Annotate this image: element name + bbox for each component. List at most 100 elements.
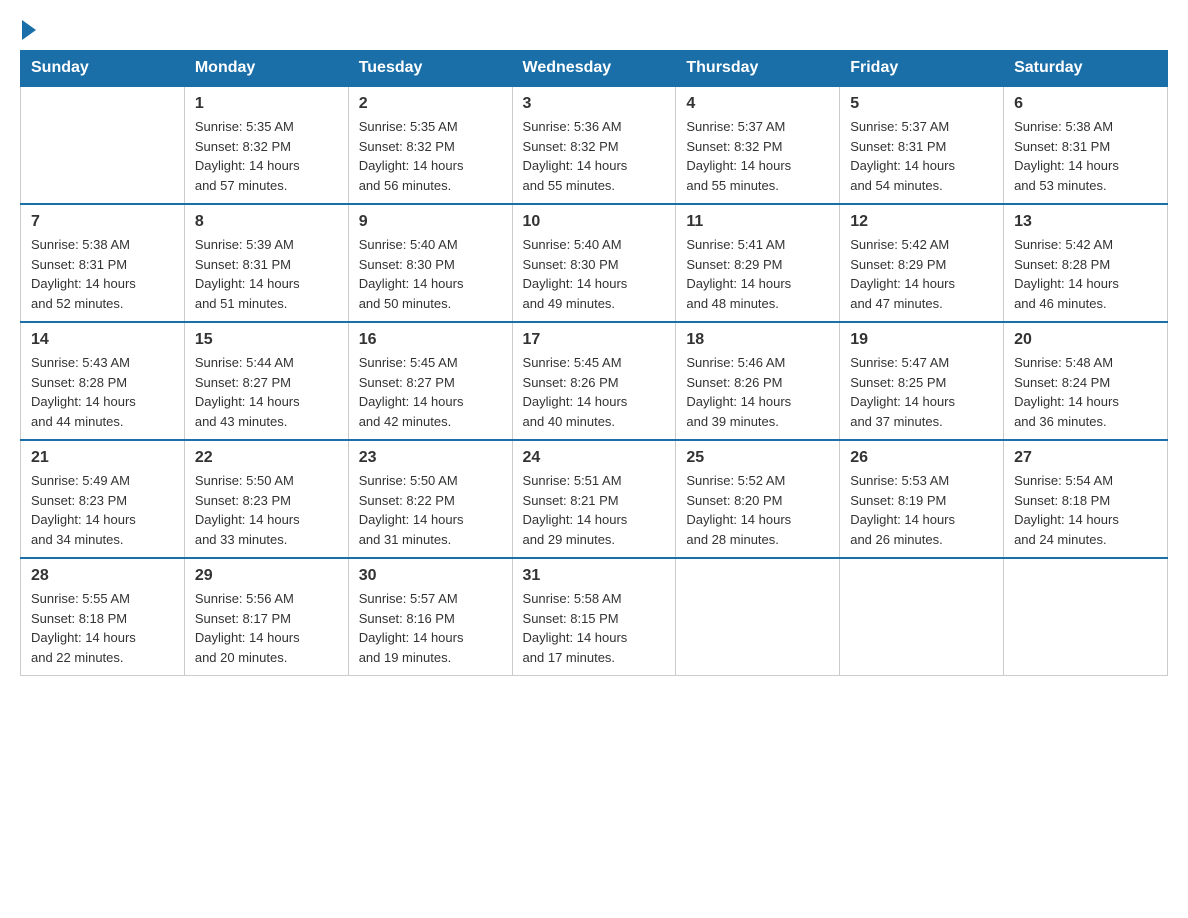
day-info: Sunrise: 5:48 AMSunset: 8:24 PMDaylight:… bbox=[1014, 353, 1157, 431]
column-header-saturday: Saturday bbox=[1004, 51, 1168, 87]
column-header-tuesday: Tuesday bbox=[348, 51, 512, 87]
calendar-cell: 29 Sunrise: 5:56 AMSunset: 8:17 PMDayligh… bbox=[184, 558, 348, 676]
column-header-sunday: Sunday bbox=[21, 51, 185, 87]
calendar-cell: 1 Sunrise: 5:35 AMSunset: 8:32 PMDaylight… bbox=[184, 86, 348, 204]
day-info: Sunrise: 5:41 AMSunset: 8:29 PMDaylight:… bbox=[686, 235, 829, 313]
calendar-header-row: SundayMondayTuesdayWednesdayThursdayFrid… bbox=[21, 51, 1168, 87]
calendar-cell: 25Sunrise: 5:52 AMSunset: 8:20 PMDayligh… bbox=[676, 440, 840, 558]
column-header-wednesday: Wednesday bbox=[512, 51, 676, 87]
week-row-3: 14 Sunrise: 5:43 AMSunset: 8:28 PMDayligh… bbox=[21, 322, 1168, 440]
calendar-cell: 8 Sunrise: 5:39 AMSunset: 8:31 PMDaylight… bbox=[184, 204, 348, 322]
logo-arrow-icon bbox=[22, 20, 36, 40]
calendar-cell: 21Sunrise: 5:49 AMSunset: 8:23 PMDayligh… bbox=[21, 440, 185, 558]
calendar-cell: 11 Sunrise: 5:41 AMSunset: 8:29 PMDayligh… bbox=[676, 204, 840, 322]
day-number: 31 bbox=[523, 567, 666, 585]
calendar-cell: 17 Sunrise: 5:45 AMSunset: 8:26 PMDayligh… bbox=[512, 322, 676, 440]
calendar-cell: 14 Sunrise: 5:43 AMSunset: 8:28 PMDayligh… bbox=[21, 322, 185, 440]
calendar-cell: 27 Sunrise: 5:54 AMSunset: 8:18 PMDayligh… bbox=[1004, 440, 1168, 558]
day-number: 16 bbox=[359, 331, 502, 349]
calendar-cell: 12 Sunrise: 5:42 AMSunset: 8:29 PMDayligh… bbox=[840, 204, 1004, 322]
day-info: Sunrise: 5:43 AMSunset: 8:28 PMDaylight:… bbox=[31, 353, 174, 431]
day-info: Sunrise: 5:45 AMSunset: 8:27 PMDaylight:… bbox=[359, 353, 502, 431]
day-info: Sunrise: 5:57 AMSunset: 8:16 PMDaylight:… bbox=[359, 589, 502, 667]
day-info: Sunrise: 5:50 AMSunset: 8:23 PMDaylight:… bbox=[195, 471, 338, 549]
day-number: 12 bbox=[850, 213, 993, 231]
day-number: 24 bbox=[523, 449, 666, 467]
day-info: Sunrise: 5:54 AMSunset: 8:18 PMDaylight:… bbox=[1014, 471, 1157, 549]
calendar-cell: 4 Sunrise: 5:37 AMSunset: 8:32 PMDaylight… bbox=[676, 86, 840, 204]
day-number: 18 bbox=[686, 331, 829, 349]
column-header-monday: Monday bbox=[184, 51, 348, 87]
day-number: 2 bbox=[359, 95, 502, 113]
day-info: Sunrise: 5:39 AMSunset: 8:31 PMDaylight:… bbox=[195, 235, 338, 313]
day-info: Sunrise: 5:50 AMSunset: 8:22 PMDaylight:… bbox=[359, 471, 502, 549]
day-number: 10 bbox=[523, 213, 666, 231]
day-number: 29 bbox=[195, 567, 338, 585]
calendar-cell bbox=[676, 558, 840, 676]
calendar-cell: 23 Sunrise: 5:50 AMSunset: 8:22 PMDayligh… bbox=[348, 440, 512, 558]
day-number: 8 bbox=[195, 213, 338, 231]
day-info: Sunrise: 5:46 AMSunset: 8:26 PMDaylight:… bbox=[686, 353, 829, 431]
day-number: 21 bbox=[31, 449, 174, 467]
day-number: 28 bbox=[31, 567, 174, 585]
day-info: Sunrise: 5:55 AMSunset: 8:18 PMDaylight:… bbox=[31, 589, 174, 667]
day-number: 19 bbox=[850, 331, 993, 349]
calendar-cell: 26Sunrise: 5:53 AMSunset: 8:19 PMDayligh… bbox=[840, 440, 1004, 558]
calendar-cell: 10 Sunrise: 5:40 AMSunset: 8:30 PMDayligh… bbox=[512, 204, 676, 322]
day-number: 3 bbox=[523, 95, 666, 113]
calendar-cell: 22 Sunrise: 5:50 AMSunset: 8:23 PMDayligh… bbox=[184, 440, 348, 558]
day-info: Sunrise: 5:38 AMSunset: 8:31 PMDaylight:… bbox=[1014, 117, 1157, 195]
calendar-cell bbox=[1004, 558, 1168, 676]
day-info: Sunrise: 5:56 AMSunset: 8:17 PMDaylight:… bbox=[195, 589, 338, 667]
calendar-cell: 7Sunrise: 5:38 AMSunset: 8:31 PMDaylight… bbox=[21, 204, 185, 322]
day-info: Sunrise: 5:52 AMSunset: 8:20 PMDaylight:… bbox=[686, 471, 829, 549]
calendar-cell: 31 Sunrise: 5:58 AMSunset: 8:15 PMDayligh… bbox=[512, 558, 676, 676]
day-info: Sunrise: 5:40 AMSunset: 8:30 PMDaylight:… bbox=[359, 235, 502, 313]
day-info: Sunrise: 5:37 AMSunset: 8:31 PMDaylight:… bbox=[850, 117, 993, 195]
day-number: 9 bbox=[359, 213, 502, 231]
calendar-cell bbox=[840, 558, 1004, 676]
day-number: 20 bbox=[1014, 331, 1157, 349]
day-info: Sunrise: 5:35 AMSunset: 8:32 PMDaylight:… bbox=[195, 117, 338, 195]
calendar-cell: 5 Sunrise: 5:37 AMSunset: 8:31 PMDaylight… bbox=[840, 86, 1004, 204]
day-info: Sunrise: 5:44 AMSunset: 8:27 PMDaylight:… bbox=[195, 353, 338, 431]
day-info: Sunrise: 5:37 AMSunset: 8:32 PMDaylight:… bbox=[686, 117, 829, 195]
day-number: 22 bbox=[195, 449, 338, 467]
day-number: 1 bbox=[195, 95, 338, 113]
calendar-cell: 19 Sunrise: 5:47 AMSunset: 8:25 PMDayligh… bbox=[840, 322, 1004, 440]
calendar-cell: 16 Sunrise: 5:45 AMSunset: 8:27 PMDayligh… bbox=[348, 322, 512, 440]
calendar-cell: 2 Sunrise: 5:35 AMSunset: 8:32 PMDaylight… bbox=[348, 86, 512, 204]
calendar-table: SundayMondayTuesdayWednesdayThursdayFrid… bbox=[20, 50, 1168, 676]
calendar-cell: 18 Sunrise: 5:46 AMSunset: 8:26 PMDayligh… bbox=[676, 322, 840, 440]
day-number: 26 bbox=[850, 449, 993, 467]
day-number: 4 bbox=[686, 95, 829, 113]
calendar-cell: 3Sunrise: 5:36 AMSunset: 8:32 PMDaylight… bbox=[512, 86, 676, 204]
week-row-4: 21Sunrise: 5:49 AMSunset: 8:23 PMDayligh… bbox=[21, 440, 1168, 558]
day-info: Sunrise: 5:38 AMSunset: 8:31 PMDaylight:… bbox=[31, 235, 174, 313]
calendar-cell: 20 Sunrise: 5:48 AMSunset: 8:24 PMDayligh… bbox=[1004, 322, 1168, 440]
week-row-1: 1 Sunrise: 5:35 AMSunset: 8:32 PMDaylight… bbox=[21, 86, 1168, 204]
day-info: Sunrise: 5:58 AMSunset: 8:15 PMDaylight:… bbox=[523, 589, 666, 667]
calendar-cell: 15Sunrise: 5:44 AMSunset: 8:27 PMDayligh… bbox=[184, 322, 348, 440]
column-header-thursday: Thursday bbox=[676, 51, 840, 87]
day-number: 6 bbox=[1014, 95, 1157, 113]
day-number: 5 bbox=[850, 95, 993, 113]
day-number: 27 bbox=[1014, 449, 1157, 467]
day-info: Sunrise: 5:51 AMSunset: 8:21 PMDaylight:… bbox=[523, 471, 666, 549]
day-number: 13 bbox=[1014, 213, 1157, 231]
calendar-cell: 13 Sunrise: 5:42 AMSunset: 8:28 PMDayligh… bbox=[1004, 204, 1168, 322]
day-info: Sunrise: 5:42 AMSunset: 8:29 PMDaylight:… bbox=[850, 235, 993, 313]
day-number: 17 bbox=[523, 331, 666, 349]
page-header bbox=[20, 20, 1168, 40]
day-number: 23 bbox=[359, 449, 502, 467]
day-info: Sunrise: 5:47 AMSunset: 8:25 PMDaylight:… bbox=[850, 353, 993, 431]
day-number: 14 bbox=[31, 331, 174, 349]
calendar-cell: 24 Sunrise: 5:51 AMSunset: 8:21 PMDayligh… bbox=[512, 440, 676, 558]
day-info: Sunrise: 5:35 AMSunset: 8:32 PMDaylight:… bbox=[359, 117, 502, 195]
column-header-friday: Friday bbox=[840, 51, 1004, 87]
day-info: Sunrise: 5:42 AMSunset: 8:28 PMDaylight:… bbox=[1014, 235, 1157, 313]
day-number: 11 bbox=[686, 213, 829, 231]
day-info: Sunrise: 5:45 AMSunset: 8:26 PMDaylight:… bbox=[523, 353, 666, 431]
day-info: Sunrise: 5:40 AMSunset: 8:30 PMDaylight:… bbox=[523, 235, 666, 313]
day-number: 30 bbox=[359, 567, 502, 585]
